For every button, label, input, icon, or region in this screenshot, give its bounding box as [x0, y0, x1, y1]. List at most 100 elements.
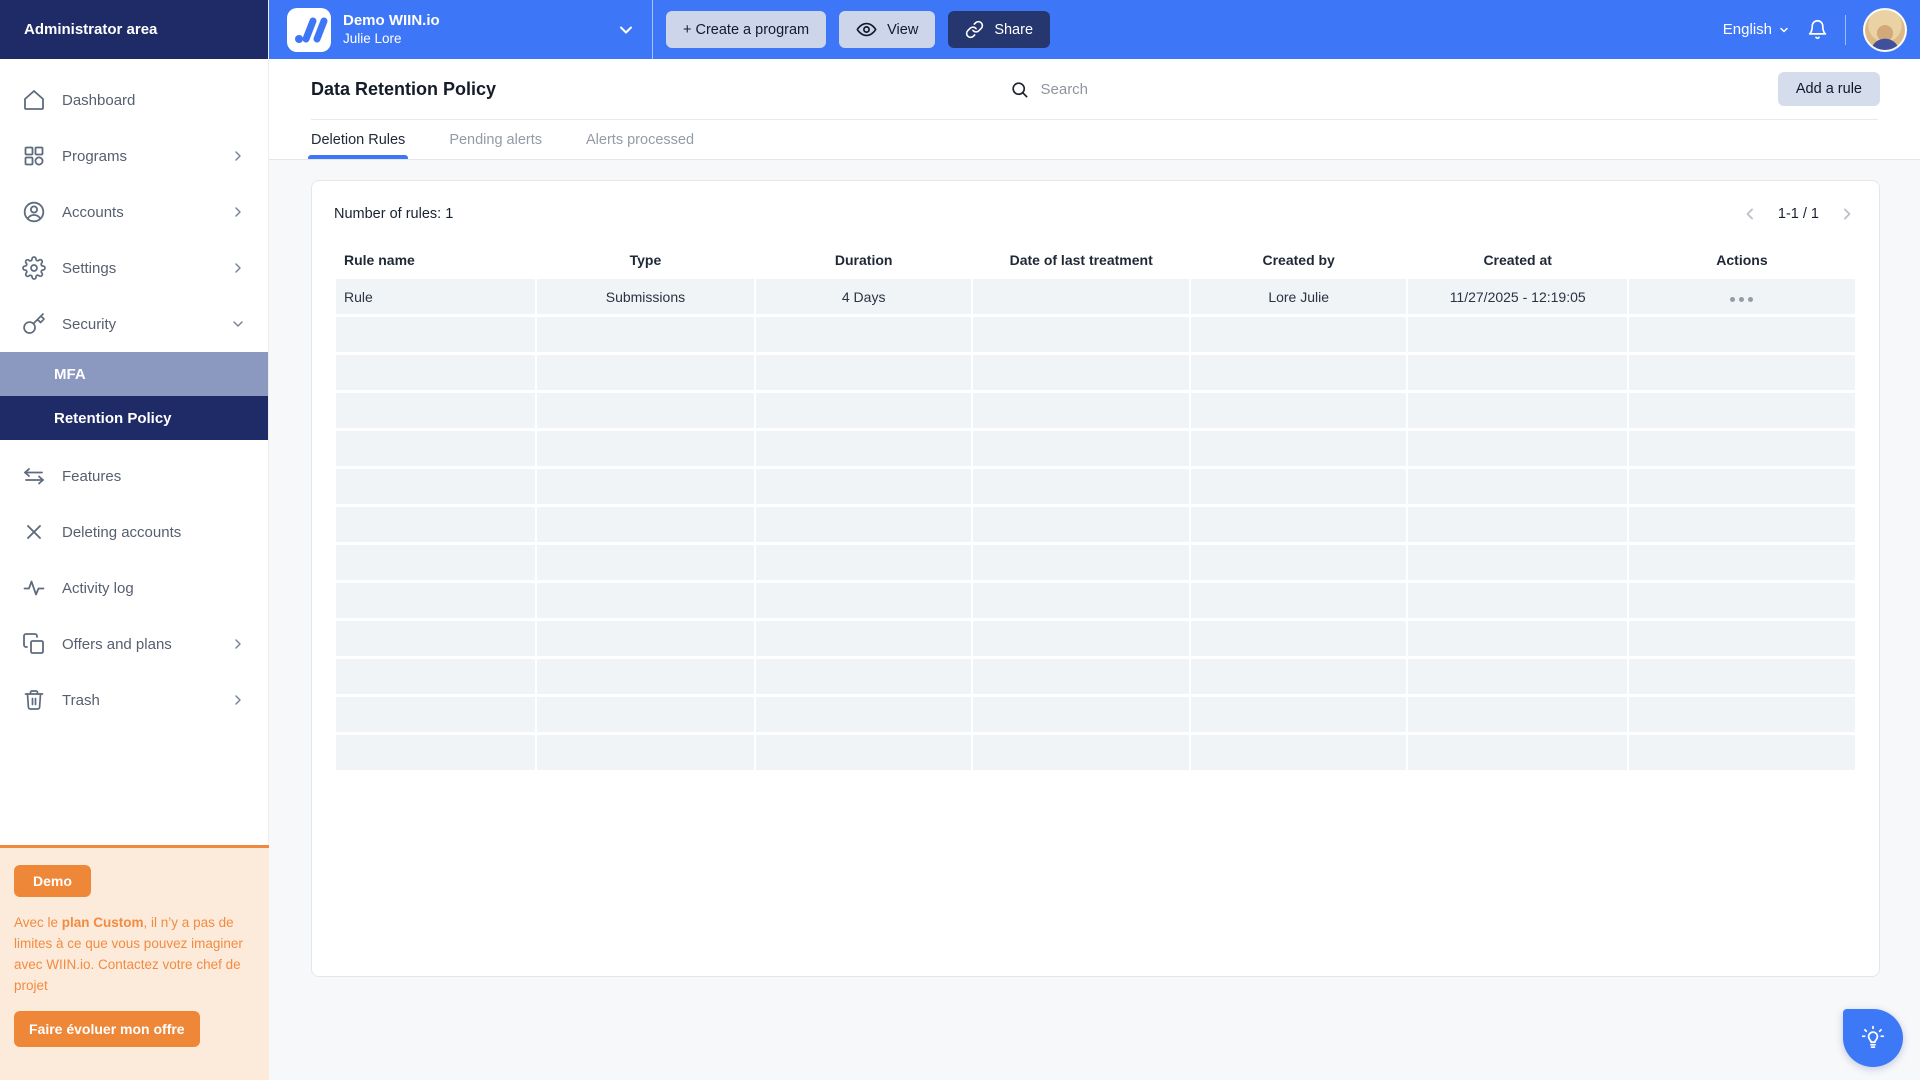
chevron-down-icon — [616, 20, 636, 40]
empty-cell — [756, 583, 972, 618]
cell-type: Submissions — [537, 279, 754, 314]
table-row-empty — [336, 659, 1855, 694]
sidebar-item-settings[interactable]: Settings — [0, 240, 268, 296]
empty-cell — [973, 431, 1189, 466]
empty-cell — [1408, 697, 1627, 732]
demo-badge[interactable]: Demo — [14, 865, 91, 897]
sidebar-item-offers-and-plans[interactable]: Offers and plans — [0, 616, 268, 672]
user-avatar[interactable] — [1863, 8, 1907, 52]
cell-created-by: Lore Julie — [1191, 279, 1407, 314]
workspace-title: Demo WIIN.io — [343, 11, 440, 31]
sidebar-nav: Dashboard Programs Accounts Settin — [0, 59, 268, 728]
cell-actions — [1629, 279, 1855, 314]
sidebar-item-deleting-accounts[interactable]: Deleting accounts — [0, 504, 268, 560]
empty-cell — [973, 469, 1189, 504]
tab-pending-alerts[interactable]: Pending alerts — [449, 120, 542, 159]
search-icon — [1010, 80, 1029, 99]
empty-cell — [1191, 469, 1407, 504]
create-program-label: + Create a program — [683, 22, 809, 38]
empty-cell — [537, 545, 754, 580]
empty-cell — [1408, 431, 1627, 466]
empty-cell — [1629, 355, 1855, 390]
empty-cell — [756, 507, 972, 542]
empty-cell — [973, 735, 1189, 770]
empty-cell — [756, 697, 972, 732]
empty-cell — [537, 697, 754, 732]
empty-cell — [973, 317, 1189, 352]
swap-arrows-icon — [22, 464, 46, 488]
create-program-button[interactable]: + Create a program — [666, 11, 826, 48]
admin-area-label: Administrator area — [24, 21, 157, 38]
table-row-empty — [336, 735, 1855, 770]
grid-icon — [22, 144, 46, 168]
upgrade-offer-button[interactable]: Faire évoluer mon offre — [14, 1011, 200, 1047]
sidebar-subitem-label: Retention Policy — [54, 410, 172, 427]
empty-cell — [973, 583, 1189, 618]
workspace-selector[interactable]: Demo WIIN.io Julie Lore — [269, 0, 652, 59]
empty-cell — [336, 735, 535, 770]
language-selector[interactable]: English — [1723, 21, 1790, 38]
table-row-empty — [336, 545, 1855, 580]
table-row-empty — [336, 393, 1855, 428]
chevron-right-icon — [230, 204, 246, 220]
table-row-empty — [336, 583, 1855, 618]
empty-cell — [756, 469, 972, 504]
tab-alerts-processed[interactable]: Alerts processed — [586, 120, 694, 159]
empty-cell — [1191, 317, 1407, 352]
empty-cell — [1191, 697, 1407, 732]
sidebar-item-retention-policy[interactable]: Retention Policy — [0, 396, 268, 440]
sidebar-item-trash[interactable]: Trash — [0, 672, 268, 728]
share-button[interactable]: Share — [948, 11, 1050, 48]
sidebar-item-features[interactable]: Features — [0, 448, 268, 504]
sidebar-item-activity-log[interactable]: Activity log — [0, 560, 268, 616]
empty-cell — [336, 317, 535, 352]
empty-cell — [1408, 735, 1627, 770]
empty-cell — [1629, 393, 1855, 428]
empty-cell — [973, 355, 1189, 390]
view-button[interactable]: View — [839, 11, 935, 48]
empty-cell — [537, 507, 754, 542]
search-input[interactable] — [1041, 81, 1211, 98]
share-link-icon — [965, 20, 984, 39]
empty-cell — [537, 355, 754, 390]
table-row-empty — [336, 621, 1855, 656]
empty-cell — [973, 659, 1189, 694]
sidebar-item-accounts[interactable]: Accounts — [0, 184, 268, 240]
empty-cell — [336, 355, 535, 390]
sidebar-item-programs[interactable]: Programs — [0, 128, 268, 184]
pagination-prev-icon[interactable] — [1740, 204, 1760, 224]
row-actions-button[interactable] — [1730, 297, 1753, 302]
activity-icon — [22, 576, 46, 600]
notification-bell-icon[interactable] — [1807, 19, 1828, 40]
sidebar-item-mfa[interactable]: MFA — [0, 352, 268, 396]
table-row-empty — [336, 697, 1855, 732]
empty-cell — [1191, 393, 1407, 428]
empty-cell — [1629, 659, 1855, 694]
empty-cell — [1629, 583, 1855, 618]
divider — [652, 0, 653, 59]
home-icon — [22, 88, 46, 112]
add-rule-button[interactable]: Add a rule — [1778, 72, 1880, 106]
empty-cell — [1629, 431, 1855, 466]
empty-cell — [336, 583, 535, 618]
table-body: Rule Submissions 4 Days Lore Julie 11/27… — [336, 279, 1855, 770]
empty-cell — [973, 621, 1189, 656]
table-row[interactable]: Rule Submissions 4 Days Lore Julie 11/27… — [336, 279, 1855, 314]
empty-cell — [1629, 317, 1855, 352]
table-row-empty — [336, 317, 1855, 352]
empty-cell — [1408, 317, 1627, 352]
page-header: Data Retention Policy Add a rule Deletio… — [269, 59, 1920, 160]
sidebar-item-security[interactable]: Security — [0, 296, 268, 352]
sidebar-item-dashboard[interactable]: Dashboard — [0, 72, 268, 128]
empty-cell — [537, 621, 754, 656]
column-header-created-by: Created by — [1191, 244, 1407, 276]
tab-deletion-rules[interactable]: Deletion Rules — [311, 120, 405, 159]
help-lightbulb-button[interactable] — [1843, 1009, 1903, 1067]
empty-cell — [756, 355, 972, 390]
tabs: Deletion Rules Pending alerts Alerts pro… — [269, 120, 1920, 160]
empty-cell — [1629, 507, 1855, 542]
pagination-next-icon[interactable] — [1837, 204, 1857, 224]
empty-cell — [336, 659, 535, 694]
empty-cell — [336, 545, 535, 580]
table-row-empty — [336, 507, 1855, 542]
